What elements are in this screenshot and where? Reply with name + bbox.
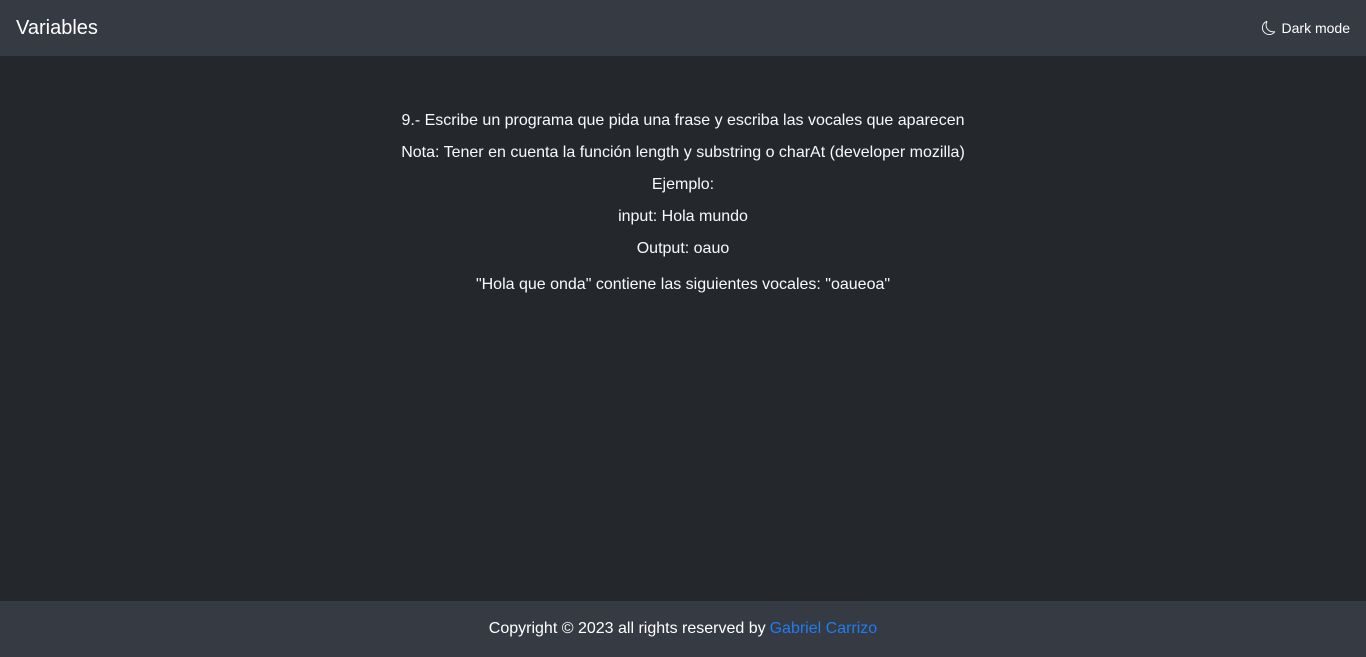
footer: Copyright © 2023 all rights reserved by … xyxy=(0,601,1366,657)
dark-mode-toggle[interactable]: Dark mode xyxy=(1261,20,1350,36)
exercise-note: Nota: Tener en cuenta la función length … xyxy=(401,144,965,161)
author-link[interactable]: Gabriel Carrizo xyxy=(770,620,878,638)
example-input: input: Hola mundo xyxy=(618,208,748,225)
moon-icon xyxy=(1261,21,1276,35)
result-text: "Hola que onda" contiene las siguientes … xyxy=(475,276,891,293)
navbar-brand[interactable]: Variables xyxy=(16,17,98,40)
copyright-text: Copyright © 2023 all rights reserved by xyxy=(488,620,766,637)
example-heading: Ejemplo: xyxy=(651,176,715,193)
dark-mode-label: Dark mode xyxy=(1281,20,1350,36)
main-content: 9.- Escribe un programa que pida una fra… xyxy=(0,56,1366,601)
navbar: Variables Dark mode xyxy=(0,0,1366,56)
exercise-statement: 9.- Escribe un programa que pida una fra… xyxy=(0,105,1366,265)
example-output: Output: oauo xyxy=(636,240,730,257)
exercise-title: 9.- Escribe un programa que pida una fra… xyxy=(401,112,965,129)
